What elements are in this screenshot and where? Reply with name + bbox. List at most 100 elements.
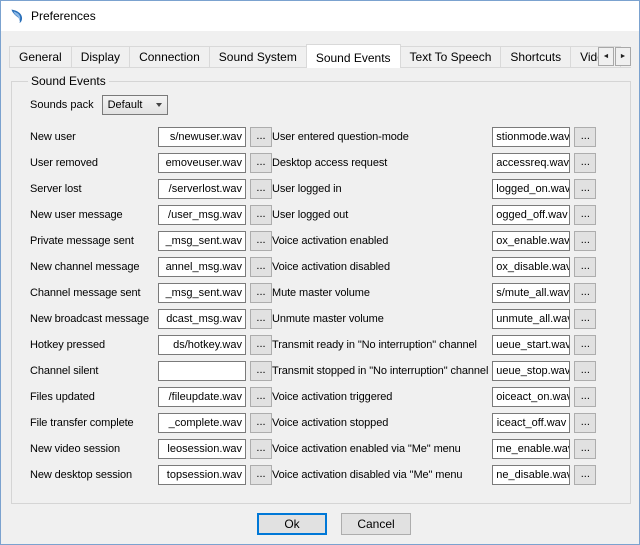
browse-button[interactable]: ... (250, 387, 272, 407)
sound-file-input[interactable]: iceact_off.wav (492, 413, 570, 433)
tab-display[interactable]: Display (71, 46, 130, 67)
sound-event-row: Voice activation triggeredoiceact_on.wav… (272, 384, 596, 410)
browse-button[interactable]: ... (250, 153, 272, 173)
browse-button[interactable]: ... (574, 153, 596, 173)
ok-button[interactable]: Ok (257, 513, 327, 535)
sound-file-input[interactable]: ox_disable.wav (492, 257, 570, 277)
sound-file-input[interactable]: /serverlost.wav (158, 179, 246, 199)
cancel-button[interactable]: Cancel (341, 513, 411, 535)
sound-file-input[interactable]: topsession.wav (158, 465, 246, 485)
titlebar: Preferences (1, 1, 639, 31)
chevron-down-icon (156, 103, 162, 107)
tab-page-sound-events: Sound Events Sounds pack Default New use… (9, 67, 631, 544)
browse-button[interactable]: ... (250, 205, 272, 225)
sound-file-input[interactable]: emoveuser.wav (158, 153, 246, 173)
browse-button[interactable]: ... (250, 413, 272, 433)
sound-file-input[interactable]: ox_enable.wav (492, 231, 570, 251)
tab-connection[interactable]: Connection (129, 46, 210, 67)
sound-event-row: User logged outogged_off.wav... (272, 202, 596, 228)
sound-event-row: Voice activation disabled via "Me" menun… (272, 462, 596, 488)
tab-sound-events[interactable]: Sound Events (306, 44, 401, 68)
sound-event-label: Voice activation stopped (272, 417, 492, 429)
browse-button[interactable]: ... (250, 127, 272, 147)
browse-button[interactable]: ... (574, 361, 596, 381)
sound-event-row: New desktop sessiontopsession.wav... (30, 462, 272, 488)
tab-shortcuts[interactable]: Shortcuts (500, 46, 571, 67)
browse-button[interactable]: ... (574, 413, 596, 433)
sound-file-input[interactable]: accessreq.wav (492, 153, 570, 173)
sound-file-input[interactable]: ne_disable.wav (492, 465, 570, 485)
sound-event-label: Voice activation disabled via "Me" menu (272, 469, 492, 481)
browse-button[interactable]: ... (574, 127, 596, 147)
browse-button[interactable]: ... (250, 309, 272, 329)
browse-button[interactable]: ... (250, 283, 272, 303)
sound-event-label: New user (30, 131, 158, 143)
browse-button[interactable]: ... (574, 387, 596, 407)
sound-event-label: Voice activation enabled via "Me" menu (272, 443, 492, 455)
sound-event-row: Server lost/serverlost.wav... (30, 176, 272, 202)
browse-button[interactable]: ... (250, 257, 272, 277)
sound-file-input[interactable]: _msg_sent.wav (158, 231, 246, 251)
sound-file-input[interactable]: unmute_all.wav (492, 309, 570, 329)
sound-file-input[interactable]: /fileupdate.wav (158, 387, 246, 407)
sound-event-label: New desktop session (30, 469, 158, 481)
tab-scroll-left-button[interactable]: ◄ (598, 47, 614, 66)
sounds-pack-value: Default (108, 99, 143, 111)
browse-button[interactable]: ... (574, 439, 596, 459)
sound-file-input[interactable]: _complete.wav (158, 413, 246, 433)
sound-event-label: Transmit stopped in "No interruption" ch… (272, 365, 492, 377)
sound-file-input[interactable]: leosession.wav (158, 439, 246, 459)
sounds-pack-select[interactable]: Default (102, 95, 168, 115)
sound-file-input[interactable]: _msg_sent.wav (158, 283, 246, 303)
sound-file-input[interactable]: oiceact_on.wav (492, 387, 570, 407)
sound-file-input[interactable]: ueue_stop.wav (492, 361, 570, 381)
browse-button[interactable]: ... (250, 335, 272, 355)
browse-button[interactable]: ... (574, 465, 596, 485)
browse-button[interactable]: ... (574, 179, 596, 199)
browse-button[interactable]: ... (250, 439, 272, 459)
browse-button[interactable]: ... (574, 283, 596, 303)
sound-event-label: Hotkey pressed (30, 339, 158, 351)
sound-event-label: New channel message (30, 261, 158, 273)
sound-event-row: File transfer complete_complete.wav... (30, 410, 272, 436)
sounds-pack-label: Sounds pack (30, 99, 94, 111)
tab-general[interactable]: General (9, 46, 72, 67)
sound-event-label: User removed (30, 157, 158, 169)
sound-file-input[interactable]: ds/hotkey.wav (158, 335, 246, 355)
sound-event-row: User removedemoveuser.wav... (30, 150, 272, 176)
sound-event-row: New channel messageannel_msg.wav... (30, 254, 272, 280)
sound-file-input[interactable]: /user_msg.wav (158, 205, 246, 225)
sound-file-input[interactable]: stionmode.wav (492, 127, 570, 147)
sound-file-input[interactable]: annel_msg.wav (158, 257, 246, 277)
window-title: Preferences (31, 9, 96, 23)
sound-event-label: File transfer complete (30, 417, 158, 429)
sound-file-input[interactable]: ueue_start.wav (492, 335, 570, 355)
tab-text-to-speech[interactable]: Text To Speech (400, 46, 502, 67)
sound-file-input[interactable]: ogged_off.wav (492, 205, 570, 225)
sound-events-columns: New users/newuser.wav...User removedemov… (22, 124, 622, 488)
browse-button[interactable]: ... (574, 257, 596, 277)
tab-sound-system[interactable]: Sound System (209, 46, 307, 67)
sound-file-input[interactable]: dcast_msg.wav (158, 309, 246, 329)
sound-event-label: Private message sent (30, 235, 158, 247)
sound-file-input[interactable]: s/mute_all.wav (492, 283, 570, 303)
sound-event-label: Voice activation disabled (272, 261, 492, 273)
browse-button[interactable]: ... (574, 231, 596, 251)
browse-button[interactable]: ... (250, 361, 272, 381)
browse-button[interactable]: ... (574, 309, 596, 329)
browse-button[interactable]: ... (250, 179, 272, 199)
sound-event-row: Transmit ready in "No interruption" chan… (272, 332, 596, 358)
tab-scroll-right-button[interactable]: ► (615, 47, 631, 66)
sound-file-input[interactable]: logged_on.wav (492, 179, 570, 199)
browse-button[interactable]: ... (574, 205, 596, 225)
events-column-right: User entered question-modestionmode.wav.… (272, 124, 622, 488)
sounds-pack-row: Sounds pack Default (30, 94, 622, 116)
browse-button[interactable]: ... (250, 231, 272, 251)
sound-event-row: Channel silent... (30, 358, 272, 384)
browse-button[interactable]: ... (574, 335, 596, 355)
sound-file-input[interactable]: s/newuser.wav (158, 127, 246, 147)
sound-file-input[interactable]: me_enable.wav (492, 439, 570, 459)
sound-file-input[interactable] (158, 361, 246, 381)
sound-event-row: Voice activation enabledox_enable.wav... (272, 228, 596, 254)
browse-button[interactable]: ... (250, 465, 272, 485)
